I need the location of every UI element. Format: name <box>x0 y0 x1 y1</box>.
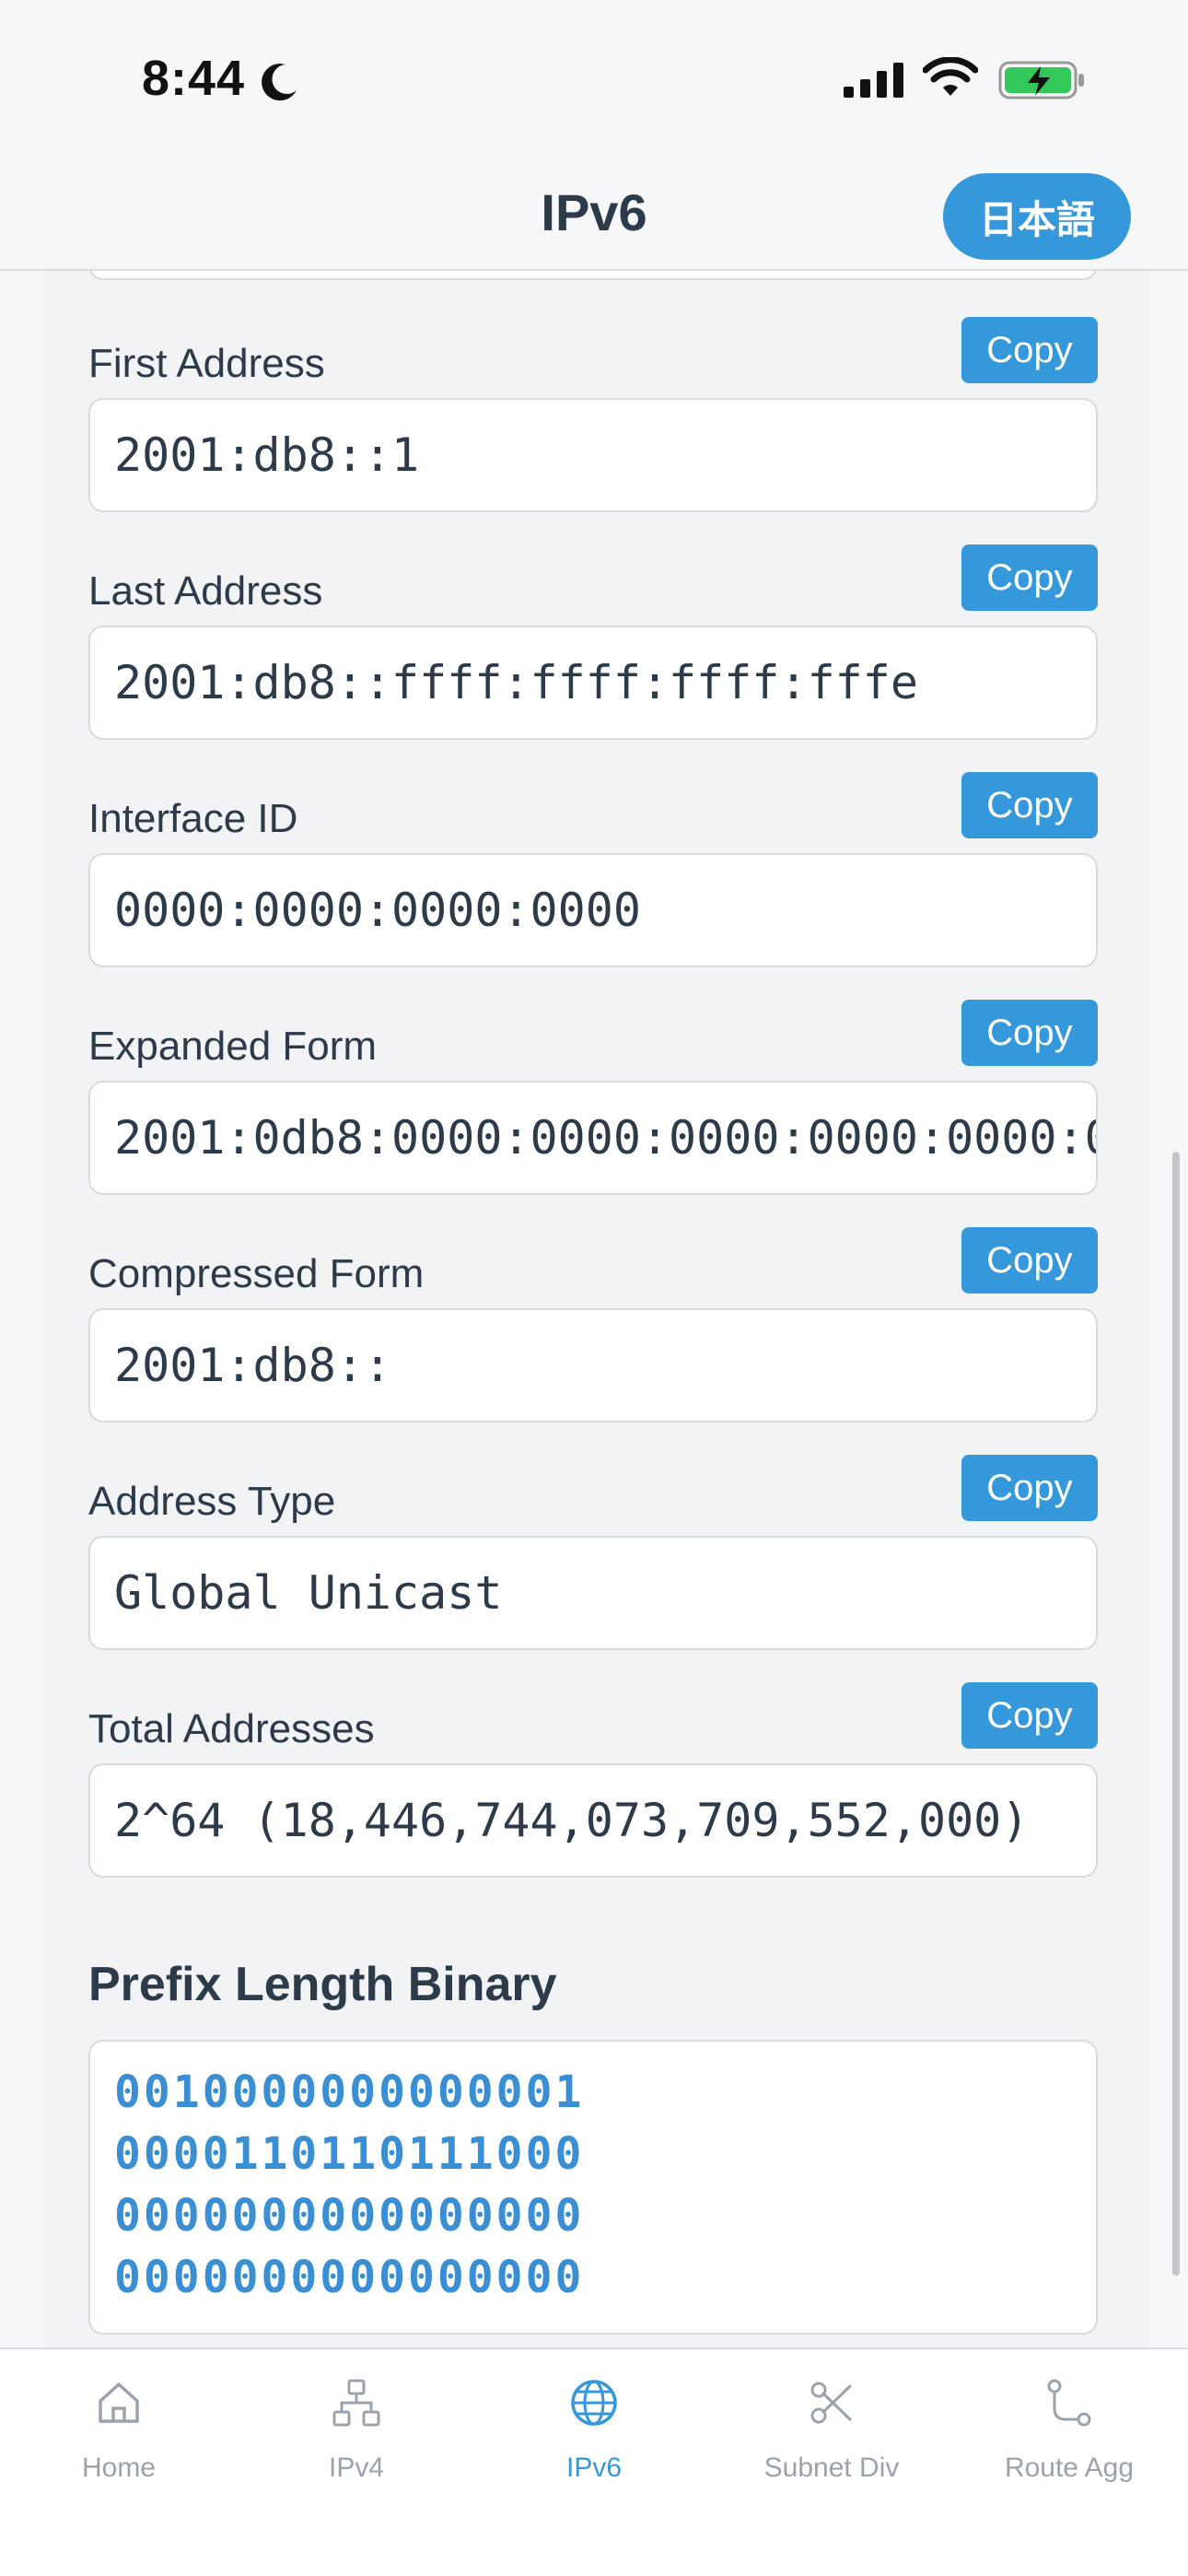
binary-line: 0000000000000000 <box>114 2190 585 2242</box>
field-total-addresses: Total Addresses Copy 2^64 (18,446,744,07… <box>88 1682 1098 1889</box>
scrollbar[interactable] <box>1172 1152 1180 2276</box>
moon-icon <box>262 64 297 101</box>
field-address-type: Address Type Copy Global Unicast <box>88 1455 1098 1661</box>
previous-field-value <box>88 271 1098 280</box>
network-icon <box>332 2379 380 2427</box>
field-last-address: Last Address Copy 2001:db8::ffff:ffff:ff… <box>88 544 1098 751</box>
copy-button[interactable]: Copy <box>961 1227 1098 1294</box>
tab-label: IPv4 <box>328 2453 385 2483</box>
field-value[interactable]: 2^64 (18,446,744,073,709,552,000) <box>88 1763 1098 1878</box>
field-label: First Address <box>88 341 325 386</box>
status-time: 8:44 <box>142 51 246 106</box>
battery-charging-icon <box>998 61 1084 100</box>
field-value[interactable]: 0000:0000:0000:0000 <box>88 853 1098 967</box>
tab-label: Route Agg <box>1004 2453 1135 2483</box>
copy-button[interactable]: Copy <box>961 1455 1098 1521</box>
field-label: Total Addresses <box>88 1706 375 1751</box>
copy-button[interactable]: Copy <box>961 772 1098 838</box>
tab-label: Subnet Div <box>763 2453 900 2483</box>
field-value[interactable]: 2001:db8:: <box>88 1308 1098 1423</box>
field-value[interactable]: 2001:db8::1 <box>88 398 1098 512</box>
field-label: Address Type <box>88 1479 336 1524</box>
globe-icon <box>571 2380 617 2426</box>
binary-line: 0000110110111000 <box>114 2128 585 2180</box>
language-toggle-button[interactable]: 日本語 <box>943 173 1131 260</box>
binary-line: 0000000000000000 <box>114 2252 585 2303</box>
copy-button[interactable]: Copy <box>961 1682 1098 1749</box>
copy-button[interactable]: Copy <box>961 1000 1098 1066</box>
results-panel: First Address Copy 2001:db8::1 Last Addr… <box>44 271 1149 2348</box>
field-value[interactable]: Global Unicast <box>88 1536 1098 1650</box>
cellular-signal-icon <box>844 63 903 98</box>
field-expanded-form: Expanded Form Copy 2001:0db8:0000:0000:0… <box>88 1000 1098 1206</box>
home-icon <box>99 2383 139 2423</box>
tab-label: Home <box>81 2453 157 2483</box>
tab-route-agg[interactable]: Route Agg <box>950 2349 1188 2534</box>
field-first-address: First Address Copy 2001:db8::1 <box>88 317 1098 523</box>
copy-button[interactable]: Copy <box>961 544 1098 611</box>
field-label: Interface ID <box>88 796 298 841</box>
top-bar: 8:44 IPv6 日本語 <box>0 0 1188 271</box>
tab-label: IPv6 <box>565 2453 623 2483</box>
tab-ipv6[interactable]: IPv6 <box>475 2349 713 2534</box>
field-value[interactable]: 2001:db8::ffff:ffff:ffff:fffe <box>88 626 1098 740</box>
binary-display: 0010000000000001 0000110110111000 000000… <box>88 2040 1098 2335</box>
field-label: Compressed Form <box>88 1251 425 1296</box>
copy-button[interactable]: Copy <box>961 317 1098 383</box>
tab-bar: Home IPv4 IPv6 Subnet Div Route Agg <box>0 2348 1188 2576</box>
binary-line: 0010000000000001 <box>114 2067 585 2118</box>
tab-ipv4[interactable]: IPv4 <box>238 2349 475 2534</box>
scissors-icon <box>810 2382 852 2424</box>
field-compressed-form: Compressed Form Copy 2001:db8:: <box>88 1227 1098 1434</box>
tab-subnet-div[interactable]: Subnet Div <box>713 2349 950 2534</box>
tab-home[interactable]: Home <box>0 2349 238 2534</box>
field-label: Expanded Form <box>88 1024 378 1069</box>
route-icon <box>1047 2379 1091 2427</box>
binary-section-title: Prefix Length Binary <box>88 1958 557 2011</box>
wifi-icon <box>923 57 978 96</box>
field-interface-id: Interface ID Copy 0000:0000:0000:0000 <box>88 772 1098 978</box>
field-value[interactable]: 2001:0db8:0000:0000:0000:0000:0000:0000 <box>88 1081 1098 1195</box>
field-label: Last Address <box>88 568 323 614</box>
